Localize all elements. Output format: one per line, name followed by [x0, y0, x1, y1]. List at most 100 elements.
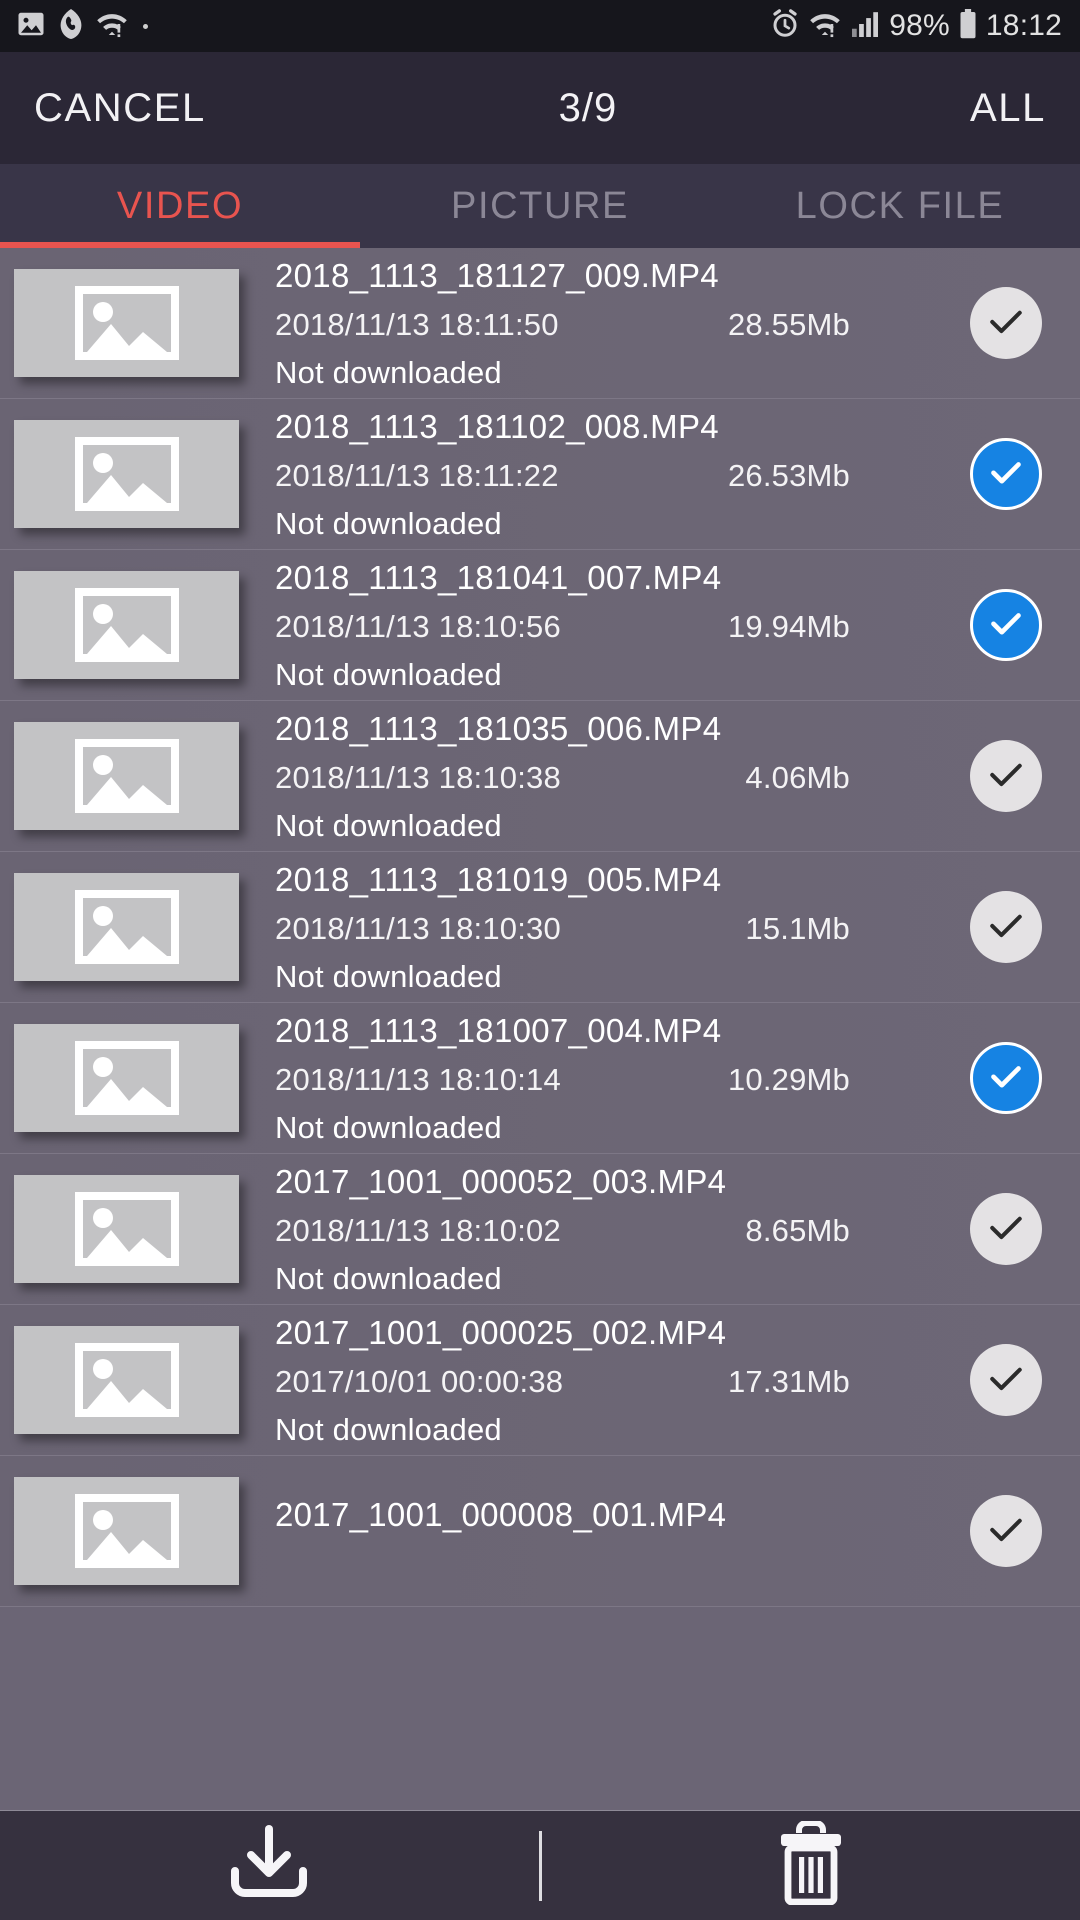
file-name: 2018_1113_181127_009.MP4	[275, 256, 719, 294]
file-status: Not downloaded	[275, 656, 502, 692]
file-date: 2018/11/13 18:10:38	[275, 759, 561, 795]
file-size: 15.1Mb	[745, 910, 850, 946]
file-meta: 2018_1113_181019_005.MP4 2018/11/13 18:10…	[275, 852, 960, 1003]
file-row[interactable]: 2017_1001_000052_003.MP4 2018/11/13 18:10…	[0, 1154, 1080, 1305]
file-select-checkbox[interactable]	[970, 438, 1042, 510]
file-row[interactable]: 2017_1001_000025_002.MP4 2017/10/01 00:00…	[0, 1305, 1080, 1456]
file-thumbnail	[14, 420, 239, 528]
phone-icon	[57, 8, 85, 44]
file-size: 26.53Mb	[727, 457, 850, 493]
clock-time: 18:12	[985, 9, 1062, 42]
file-name: 2017_1001_000052_003.MP4	[275, 1162, 727, 1200]
file-thumbnail	[14, 1175, 239, 1283]
check-outline-icon	[984, 1507, 1028, 1556]
thumbnail-wrapper	[14, 571, 239, 679]
picture-placeholder-icon	[74, 1343, 179, 1417]
check-filled-icon	[986, 1056, 1026, 1101]
file-row[interactable]: 2018_1113_181035_006.MP4 2018/11/13 18:10…	[0, 701, 1080, 852]
file-thumbnail	[14, 722, 239, 830]
file-select-checkbox[interactable]	[970, 891, 1042, 963]
file-status: Not downloaded	[275, 1260, 502, 1296]
file-meta: 2018_1113_181102_008.MP4 2018/11/13 18:11…	[275, 399, 960, 550]
thumbnail-wrapper	[14, 1477, 239, 1585]
file-size: 10.29Mb	[727, 1061, 850, 1097]
file-name: 2018_1113_181007_004.MP4	[275, 1011, 722, 1049]
title-bar: CANCEL 3/9 ALL	[0, 52, 1080, 164]
status-bar-left	[16, 8, 148, 44]
file-line2: 2018/11/13 18:10:02 8.65Mb	[275, 1215, 960, 1246]
picture-placeholder-icon	[74, 1041, 179, 1115]
file-status: Not downloaded	[275, 807, 502, 843]
thumbnail-wrapper	[14, 269, 239, 377]
check-filled-icon	[986, 452, 1026, 497]
file-select-checkbox[interactable]	[970, 1344, 1042, 1416]
thumbnail-wrapper	[14, 1175, 239, 1283]
file-select-checkbox[interactable]	[970, 1193, 1042, 1265]
file-date: 2018/11/13 18:11:50	[275, 306, 559, 342]
file-line2: 2018/11/13 18:10:14 10.29Mb	[275, 1064, 960, 1095]
file-row[interactable]: 2018_1113_181127_009.MP4 2018/11/13 18:11…	[0, 248, 1080, 399]
tab-picture[interactable]: PICTURE	[360, 164, 720, 248]
file-size: 19.94Mb	[727, 608, 850, 644]
file-meta: 2018_1113_181007_004.MP4 2018/11/13 18:10…	[275, 1003, 960, 1154]
file-thumbnail	[14, 1024, 239, 1132]
file-date: 2018/11/13 18:10:30	[275, 910, 561, 946]
download-icon	[225, 1825, 313, 1906]
file-row[interactable]: 2018_1113_181007_004.MP4 2018/11/13 18:10…	[0, 1003, 1080, 1154]
tab-lock-file[interactable]: LOCK FILE	[720, 164, 1080, 248]
file-name: 2017_1001_000025_002.MP4	[275, 1313, 727, 1351]
file-size: 4.06Mb	[745, 759, 850, 795]
thumbnail-wrapper	[14, 873, 239, 981]
thumbnail-wrapper	[14, 420, 239, 528]
file-status: Not downloaded	[275, 354, 502, 390]
file-thumbnail	[14, 571, 239, 679]
check-outline-icon	[984, 299, 1028, 348]
selection-count: 3/9	[558, 85, 618, 130]
file-row[interactable]: 2018_1113_181019_005.MP4 2018/11/13 18:10…	[0, 852, 1080, 1003]
cancel-button[interactable]: CANCEL	[34, 86, 206, 131]
file-meta: 2017_1001_000008_001.MP4	[275, 1456, 960, 1607]
file-select-checkbox[interactable]	[970, 287, 1042, 359]
file-status: Not downloaded	[275, 1411, 502, 1447]
file-date: 2018/11/13 18:10:56	[275, 608, 561, 644]
file-row[interactable]: 2017_1001_000008_001.MP4	[0, 1456, 1080, 1607]
file-status: Not downloaded	[275, 958, 502, 994]
file-row[interactable]: 2018_1113_181102_008.MP4 2018/11/13 18:11…	[0, 399, 1080, 550]
picture-placeholder-icon	[74, 739, 179, 813]
file-meta: 2017_1001_000025_002.MP4 2017/10/01 00:00…	[275, 1305, 960, 1456]
file-select-checkbox[interactable]	[970, 1495, 1042, 1567]
tab-video[interactable]: VIDEO	[0, 164, 360, 248]
file-select-checkbox[interactable]	[970, 740, 1042, 812]
file-select-checkbox[interactable]	[970, 589, 1042, 661]
file-name: 2017_1001_000008_001.MP4	[275, 1495, 727, 1533]
check-outline-icon	[984, 1356, 1028, 1405]
file-list[interactable]: 2018_1113_181127_009.MP4 2018/11/13 18:11…	[0, 248, 1080, 1810]
file-meta: 2017_1001_000052_003.MP4 2018/11/13 18:10…	[275, 1154, 960, 1305]
check-outline-icon	[984, 903, 1028, 952]
file-line2: 2018/11/13 18:11:22 26.53Mb	[275, 460, 960, 491]
bottom-toolbar	[0, 1810, 1080, 1920]
thumbnail-wrapper	[14, 1024, 239, 1132]
file-date: 2018/11/13 18:11:22	[275, 457, 559, 493]
select-all-button[interactable]: ALL	[970, 86, 1046, 131]
download-button[interactable]	[0, 1811, 539, 1920]
file-row[interactable]: 2018_1113_181041_007.MP4 2018/11/13 18:10…	[0, 550, 1080, 701]
tab-bar: VIDEO PICTURE LOCK FILE	[0, 164, 1080, 248]
file-thumbnail	[14, 1326, 239, 1434]
file-select-checkbox[interactable]	[970, 1042, 1042, 1114]
status-bar-right: 98% 18:12	[770, 8, 1062, 44]
file-name: 2018_1113_181035_006.MP4	[275, 709, 722, 747]
battery-icon	[959, 8, 977, 44]
file-size: 8.65Mb	[745, 1212, 850, 1248]
file-size: 28.55Mb	[727, 306, 850, 342]
wifi-alert-icon	[96, 10, 128, 43]
delete-button[interactable]	[542, 1811, 1080, 1920]
signal-icon	[850, 11, 880, 42]
picture-placeholder-icon	[74, 286, 179, 360]
status-bar: 98% 18:12	[0, 0, 1080, 52]
file-line2: 2017/10/01 00:00:38 17.31Mb	[275, 1366, 960, 1397]
file-name: 2018_1113_181102_008.MP4	[275, 407, 719, 445]
file-size: 17.31Mb	[727, 1363, 850, 1399]
check-filled-icon	[986, 603, 1026, 648]
file-line2: 2018/11/13 18:10:56 19.94Mb	[275, 611, 960, 642]
